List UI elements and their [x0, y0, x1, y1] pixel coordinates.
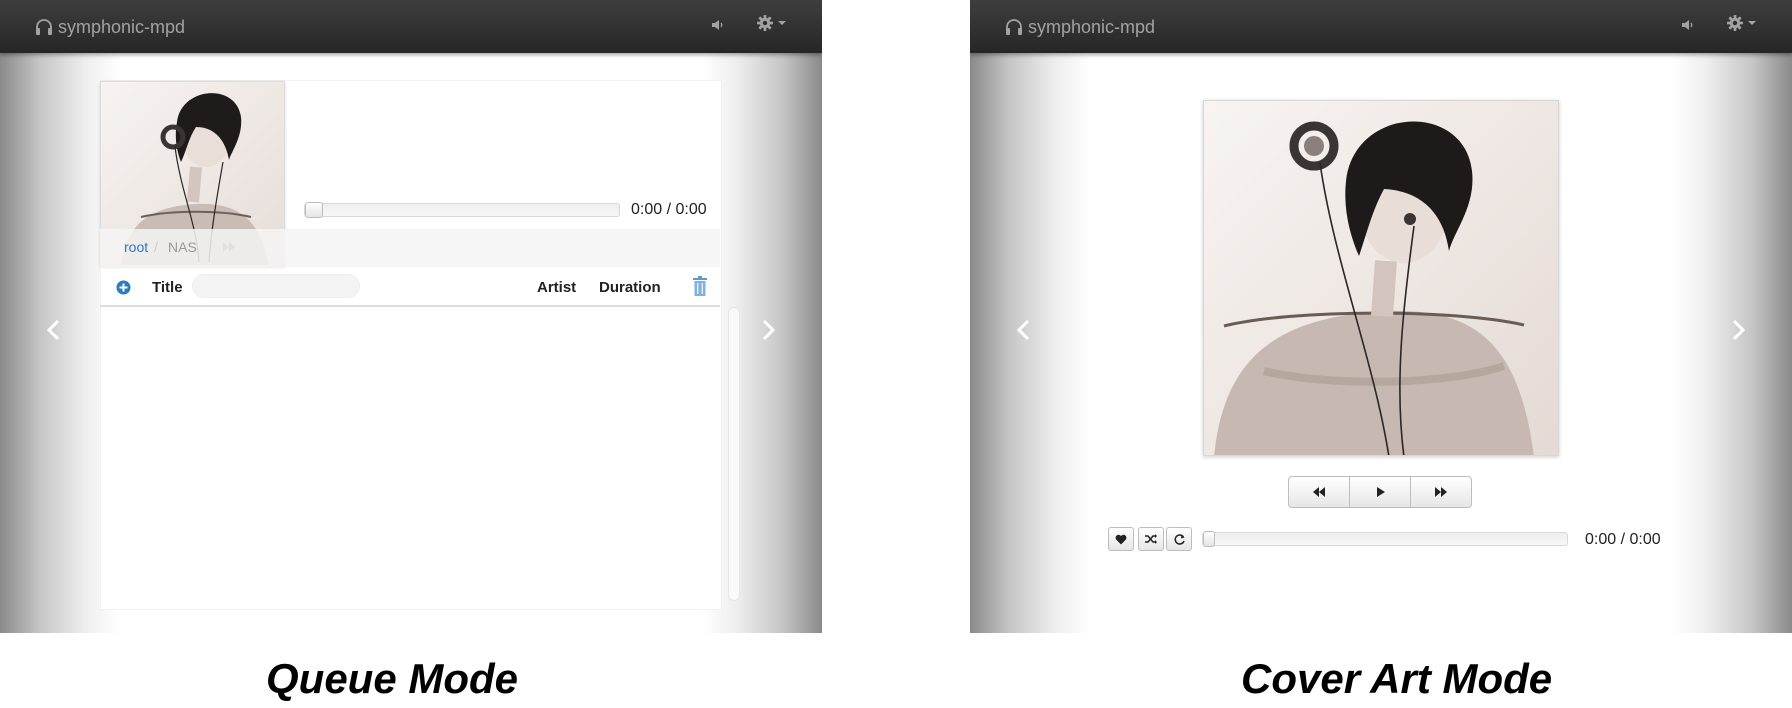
favorite-button[interactable] [1108, 527, 1134, 551]
queue-table-header: Title Artist Duration [100, 267, 720, 307]
brand[interactable]: symphonic-mpd [1004, 14, 1155, 40]
progress-handle[interactable] [305, 202, 323, 218]
time-display: 0:00 / 0:00 [1585, 531, 1661, 548]
next-button[interactable] [1410, 476, 1472, 508]
breadcrumb-root[interactable]: root [124, 239, 148, 255]
time-display: 0:00 / 0:00 [631, 201, 707, 218]
brand-name: symphonic-mpd [1028, 16, 1156, 37]
cover-art-mode-screen: symphonic-mpd 0:00 / 0:00 [970, 0, 1792, 633]
brand[interactable]: symphonic-mpd [34, 14, 185, 40]
transport-controls [1288, 476, 1472, 508]
album-cover-large[interactable] [1203, 100, 1559, 456]
chevron-right-icon[interactable] [758, 318, 778, 342]
column-title[interactable]: Title [152, 279, 183, 296]
volume-icon[interactable] [1680, 17, 1696, 33]
breadcrumb-separator: / [154, 239, 158, 255]
navbar: symphonic-mpd [970, 0, 1792, 53]
breadcrumb-current[interactable]: NAS [168, 239, 197, 255]
chevron-right-icon[interactable] [1728, 318, 1748, 342]
column-artist[interactable]: Artist [537, 279, 576, 296]
navbar: symphonic-mpd [0, 0, 822, 53]
play-button[interactable] [1349, 476, 1411, 508]
progress-bar[interactable] [1202, 531, 1568, 547]
volume-icon[interactable] [710, 17, 726, 33]
queue-scrollbar[interactable] [728, 307, 740, 601]
previous-button[interactable] [1288, 476, 1350, 508]
headphones-icon [36, 19, 52, 35]
gear-icon [757, 15, 773, 31]
breadcrumb: root / NAS [100, 229, 720, 267]
chevron-left-icon[interactable] [1014, 318, 1034, 342]
progress-handle[interactable] [1203, 531, 1215, 547]
cover-art-image [1204, 101, 1558, 455]
chevron-down-icon [778, 21, 786, 25]
queue-mode-caption: Queue Mode [266, 655, 519, 702]
shuffle-button[interactable] [1138, 527, 1164, 551]
play-icon [1377, 487, 1385, 497]
chevron-left-icon[interactable] [44, 318, 64, 342]
settings-menu-toggle[interactable] [1726, 14, 1756, 32]
forward-icon[interactable] [222, 241, 236, 253]
cover-art-mode-caption: Cover Art Mode [1241, 655, 1553, 702]
queue-mode-screen: symphonic-mpd 0:00 / 0:00 root / NAS Tit… [0, 0, 822, 633]
repeat-icon [1174, 533, 1185, 545]
column-duration[interactable]: Duration [599, 279, 661, 296]
repeat-button[interactable] [1166, 527, 1192, 551]
trash-icon[interactable] [693, 276, 707, 296]
progress-bar[interactable] [304, 202, 620, 218]
plus-circle-icon[interactable] [116, 280, 131, 295]
filter-input[interactable] [192, 274, 360, 298]
backward-icon [1313, 487, 1325, 497]
brand-name: symphonic-mpd [58, 16, 186, 37]
shuffle-icon [1145, 534, 1157, 544]
heart-icon [1115, 534, 1127, 544]
settings-menu-toggle[interactable] [756, 14, 786, 32]
gear-icon [1727, 15, 1743, 31]
chevron-down-icon [1748, 21, 1756, 25]
forward-icon [1435, 487, 1447, 497]
headphones-icon [1006, 19, 1022, 35]
